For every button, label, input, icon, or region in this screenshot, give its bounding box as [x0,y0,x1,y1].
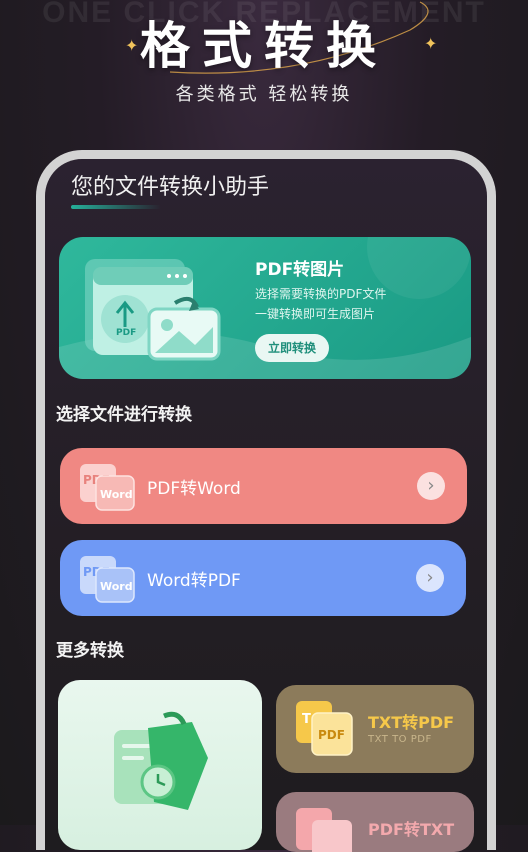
chevron-right-icon: › [417,472,445,500]
svg-text:T: T [302,712,311,727]
banner-description-line1: 选择需要转换的PDF文件 [255,287,387,301]
word-to-pdf-card[interactable]: PDF Word Word转PDF › [60,540,466,616]
pdf-to-txt-card[interactable]: PDF转TXT [276,792,474,852]
hero-title: 格式转换 [140,17,388,75]
pdf-to-word-card[interactable]: PDF Word PDF转Word › [60,448,467,524]
txt-to-pdf-title: TXT转PDF [368,713,455,732]
word-pdf-file-icon: PDF Word [80,556,135,603]
pdf-txt-file-icon [296,808,352,852]
sparkle-icon: ✦ [125,36,139,55]
pdf-word-file-icon: PDF Word [80,464,135,511]
word-to-pdf-label: Word转PDF [147,571,241,591]
file-history-icon [114,711,208,810]
svg-text:Word: Word [100,488,133,501]
pdf-to-txt-title: PDF转TXT [368,820,455,839]
svg-text:PDF: PDF [318,728,345,742]
sparkle-icon: ✦ [424,34,438,53]
more-conversions-section-label: 更多转换 [56,641,124,661]
pdf-document-illustration-icon: PDF [85,259,221,361]
txt-pdf-file-icon: T PDF [296,701,353,756]
svg-text:Word: Word [100,580,133,593]
convert-now-button[interactable]: 立即转换 [255,334,329,362]
title-underline [71,205,161,209]
pdf-to-image-banner[interactable]: PDF PDF转图片 选择需要转换的PDF文件 一键转换即可生成图片 立即转换 [59,237,471,379]
phone-title: 您的文件转换小助手 [71,175,270,200]
illus-pdf-text: PDF [116,328,136,338]
select-files-section-label: 选择文件进行转换 [56,405,192,425]
banner-description-line2: 一键转换即可生成图片 [255,307,376,321]
chevron-right-icon: › [416,564,444,592]
txt-to-pdf-subtitle: TXT TO PDF [368,734,432,745]
hero-subtitle: 各类格式 轻松转换 [175,84,353,105]
banner-title: PDF转图片 [255,260,345,280]
txt-to-pdf-card[interactable]: T PDF TXT转PDF TXT TO PDF [276,685,474,773]
pdf-to-word-label: PDF转Word [147,479,241,499]
